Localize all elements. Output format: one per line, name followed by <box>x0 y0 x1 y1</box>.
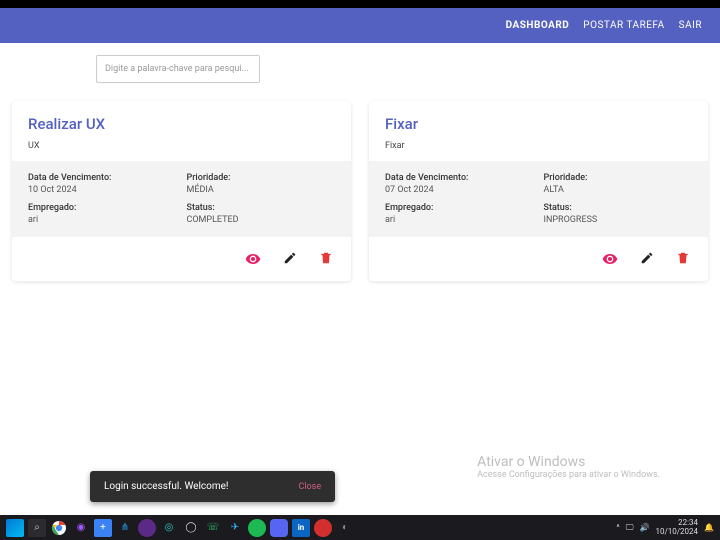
app2-icon[interactable] <box>138 519 156 537</box>
spotify-icon[interactable] <box>248 519 266 537</box>
delete-button[interactable] <box>676 251 690 267</box>
linkedin-icon[interactable]: in <box>292 519 310 537</box>
due-label: Data de Vencimento: <box>385 173 534 183</box>
taskbar: ⌕ ◉ + ⋔ ◎ ◯ ☏ ✈ in ◐ ^ 🖵 🔊 22:34 10/10/2… <box>0 515 720 540</box>
search-input[interactable] <box>96 55 260 83</box>
priority-value: ALTA <box>544 185 693 195</box>
app3-icon[interactable] <box>314 519 332 537</box>
app4-icon[interactable]: ◐ <box>336 519 354 537</box>
delete-button[interactable] <box>319 251 333 267</box>
tray-chevron-icon[interactable]: ^ <box>616 523 619 532</box>
priority-value: MÉDIA <box>187 185 336 195</box>
due-value: 10 Oct 2024 <box>28 185 177 195</box>
toast-message: Login successful. Welcome! <box>104 481 229 492</box>
task-card: Fixar Fixar Data de Vencimento: 07 Oct 20… <box>369 101 708 281</box>
chrome-icon[interactable] <box>50 519 68 537</box>
priority-label: Prioridade: <box>187 173 336 183</box>
nav-logout[interactable]: SAIR <box>679 20 702 31</box>
status-label: Status: <box>187 203 336 213</box>
employee-value: ari <box>28 215 177 225</box>
watermark-subtitle: Acesse Configurações para ativar o Windo… <box>477 470 660 480</box>
nav-post-task[interactable]: POSTAR TAREFA <box>583 20 664 31</box>
watermark-title: Ativar o Windows <box>477 454 660 470</box>
edit-button[interactable] <box>283 251 297 267</box>
view-button[interactable] <box>602 251 618 267</box>
edit-button[interactable] <box>640 251 654 267</box>
status-value: INPROGRESS <box>544 215 693 225</box>
edge-icon[interactable]: ◎ <box>160 519 178 537</box>
card-subtitle: Fixar <box>385 141 692 151</box>
status-label: Status: <box>544 203 693 213</box>
toast-close-button[interactable]: Close <box>299 482 322 492</box>
tray-volume-icon[interactable]: 🔊 <box>639 523 649 532</box>
employee-label: Empregado: <box>28 203 177 213</box>
view-button[interactable] <box>245 251 261 267</box>
whatsapp-icon[interactable]: ☏ <box>204 519 222 537</box>
github-icon[interactable]: ◯ <box>182 519 200 537</box>
employee-value: ari <box>385 215 534 225</box>
app-icon[interactable]: + <box>94 519 112 537</box>
tray-monitor-icon[interactable]: 🖵 <box>626 523 634 533</box>
search-taskbar-icon[interactable]: ⌕ <box>28 519 46 537</box>
card-subtitle: UX <box>28 141 335 151</box>
tray-notification-icon[interactable]: 🔔 <box>704 523 714 532</box>
nav-dashboard[interactable]: DASHBOARD <box>506 20 570 31</box>
vscode-icon[interactable]: ⋔ <box>116 519 134 537</box>
employee-label: Empregado: <box>385 203 534 213</box>
due-value: 07 Oct 2024 <box>385 185 534 195</box>
windows-watermark: Ativar o Windows Acesse Configurações pa… <box>477 454 660 480</box>
status-value: COMPLETED <box>187 215 336 225</box>
discord-icon[interactable] <box>270 519 288 537</box>
figma-icon[interactable]: ◉ <box>72 519 90 537</box>
telegram-icon[interactable]: ✈ <box>226 519 244 537</box>
toast: Login successful. Welcome! Close <box>90 471 335 502</box>
card-title: Realizar UX <box>28 115 335 133</box>
card-title: Fixar <box>385 115 692 133</box>
start-icon[interactable] <box>6 519 24 537</box>
due-label: Data de Vencimento: <box>28 173 177 183</box>
task-card: Realizar UX UX Data de Vencimento: 10 Oct… <box>12 101 351 281</box>
taskbar-clock[interactable]: 22:34 10/10/2024 <box>655 519 698 537</box>
priority-label: Prioridade: <box>544 173 693 183</box>
navbar: DASHBOARD POSTAR TAREFA SAIR <box>0 8 720 43</box>
